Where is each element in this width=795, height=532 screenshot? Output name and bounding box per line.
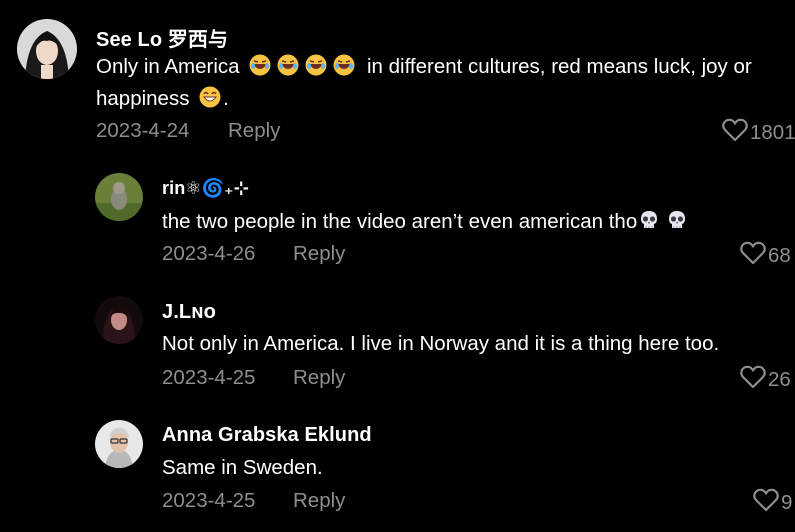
comment-text-part: in different cultures, red means luck, j… (366, 55, 752, 78)
comment-text-part: the two people in the video aren’t even … (162, 210, 638, 233)
like-count: 9 (781, 491, 793, 514)
skull-emoji (666, 209, 688, 231)
comment-username[interactable]: rin⚛︎🌀₊⊹ (162, 178, 249, 199)
comment-text-part: . (223, 87, 229, 110)
like-count: 26 (768, 368, 791, 391)
avatar[interactable] (95, 420, 143, 468)
comment-text: happiness . (96, 86, 229, 111)
like-button[interactable]: 26 (740, 365, 791, 395)
skull-emoji (638, 209, 660, 231)
like-button[interactable]: 68 (740, 241, 791, 271)
like-button[interactable]: 9 (753, 488, 792, 518)
reply-button[interactable]: Reply (293, 489, 345, 513)
comment-text: Not only in America. I live in Norway an… (162, 332, 720, 355)
comment-text: Only in America in different cultures, r… (96, 54, 752, 79)
reply-button[interactable]: Reply (293, 366, 345, 390)
heart-icon (740, 365, 768, 395)
heart-icon (722, 118, 750, 148)
comment-date: 2023-4-25 (162, 366, 256, 389)
comment-username[interactable]: See Lo 罗西与 (96, 23, 228, 52)
comment-text-part: happiness (96, 87, 190, 110)
comment-text: Same in Sweden. (162, 456, 323, 479)
like-count: 1801 (750, 121, 795, 144)
reply-button[interactable]: Reply (293, 242, 345, 266)
comment-text-part: Only in America (96, 55, 240, 78)
comment-username[interactable]: Anna Grabska Eklund (162, 424, 372, 447)
heart-icon (753, 488, 781, 518)
like-button[interactable]: 1801 (722, 118, 795, 148)
grinning-face-emoji (199, 86, 221, 108)
comment-date: 2023-4-25 (162, 489, 256, 512)
comment-username[interactable]: J.Lɴᴏ (162, 301, 216, 324)
like-count: 68 (768, 244, 791, 267)
laughing-face-emoji (305, 54, 327, 76)
comment-date: 2023-4-24 (96, 119, 190, 142)
laughing-face-emoji (277, 54, 299, 76)
avatar[interactable] (95, 173, 143, 221)
comment-text: the two people in the video aren’t even … (162, 209, 694, 234)
avatar[interactable] (17, 19, 77, 79)
reply-button[interactable]: Reply (228, 119, 280, 143)
avatar[interactable] (95, 296, 143, 344)
heart-icon (740, 241, 768, 271)
laughing-face-emoji (249, 54, 271, 76)
laughing-face-emoji (333, 54, 355, 76)
comment-date: 2023-4-26 (162, 242, 256, 265)
